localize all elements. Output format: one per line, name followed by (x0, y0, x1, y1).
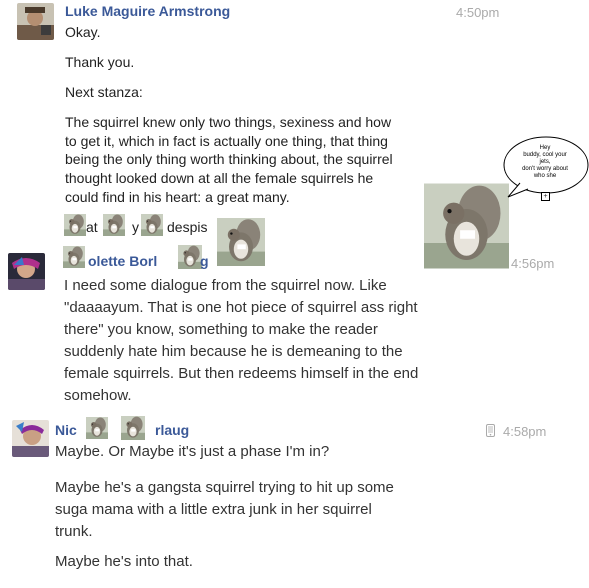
message-text: there" you know, something to make the r… (64, 321, 378, 338)
message-text: trunk. (55, 523, 93, 540)
expand-icon[interactable]: + (541, 192, 550, 201)
message-text: female squirrels. But then redeems himse… (64, 365, 419, 382)
message-text: "daaaayum. That is one hot piece of squi… (64, 299, 418, 316)
sender-name-tail[interactable]: g (200, 253, 209, 269)
message-text: Next stanza: (65, 84, 143, 100)
speech-bubble-text: Hey buddy, cool your jets, don't worry a… (522, 145, 568, 179)
message-text: Thank you. (65, 54, 135, 70)
stanza-line: thought looked down at all the female sq… (65, 170, 374, 187)
message-fragment: despis (167, 219, 208, 235)
message-time: 4:58pm (503, 424, 547, 439)
stanza-block: The squirrel knew only two things, sexin… (65, 113, 445, 206)
message-text: Maybe. Or Maybe it's just a phase I'm in… (55, 443, 330, 460)
stanza-line: being the only thing worth thinking abou… (65, 151, 393, 168)
avatar[interactable] (8, 253, 45, 290)
mobile-phone-icon (486, 424, 495, 437)
sender-name-tail[interactable]: rlaug (155, 422, 189, 438)
avatar[interactable] (12, 420, 49, 457)
message-time: 4:50pm (456, 5, 500, 20)
squirrel-sticker (178, 245, 202, 269)
message-fragment: at (86, 219, 98, 235)
sender-name[interactable]: olette Borl (88, 253, 157, 269)
message-text: somehow. (64, 387, 132, 404)
squirrel-sticker (64, 214, 86, 236)
avatar[interactable] (17, 3, 54, 40)
sender-name[interactable]: Nic (55, 422, 77, 438)
message-fragment: y (132, 219, 139, 235)
stanza-line: to get it, which in fact is actually one… (65, 132, 388, 149)
squirrel-sticker (63, 245, 85, 269)
message-text: suga mama with a little extra junk in he… (55, 501, 372, 518)
message-time: 4:56pm (511, 256, 555, 271)
message-text: Maybe he's a gangsta squirrel trying to … (55, 479, 394, 496)
message-text: Okay. (65, 24, 101, 40)
message-text: suddenly hate him because he is demeanin… (64, 343, 403, 360)
squirrel-sticker (86, 416, 108, 440)
message-text: I need some dialogue from the squirrel n… (64, 277, 387, 294)
message-text: Maybe he's into that. (55, 553, 193, 570)
sender-name[interactable]: Luke Maguire Armstrong (65, 3, 230, 19)
stanza-line: could find in his heart: a great many. (65, 188, 290, 205)
squirrel-sticker (113, 416, 153, 440)
stanza-line: The squirrel knew only two things, sexin… (65, 114, 392, 130)
squirrel-photo (424, 180, 509, 272)
squirrel-sticker (141, 214, 163, 236)
squirrel-sticker (103, 214, 125, 236)
squirrel-sticker (217, 214, 265, 270)
